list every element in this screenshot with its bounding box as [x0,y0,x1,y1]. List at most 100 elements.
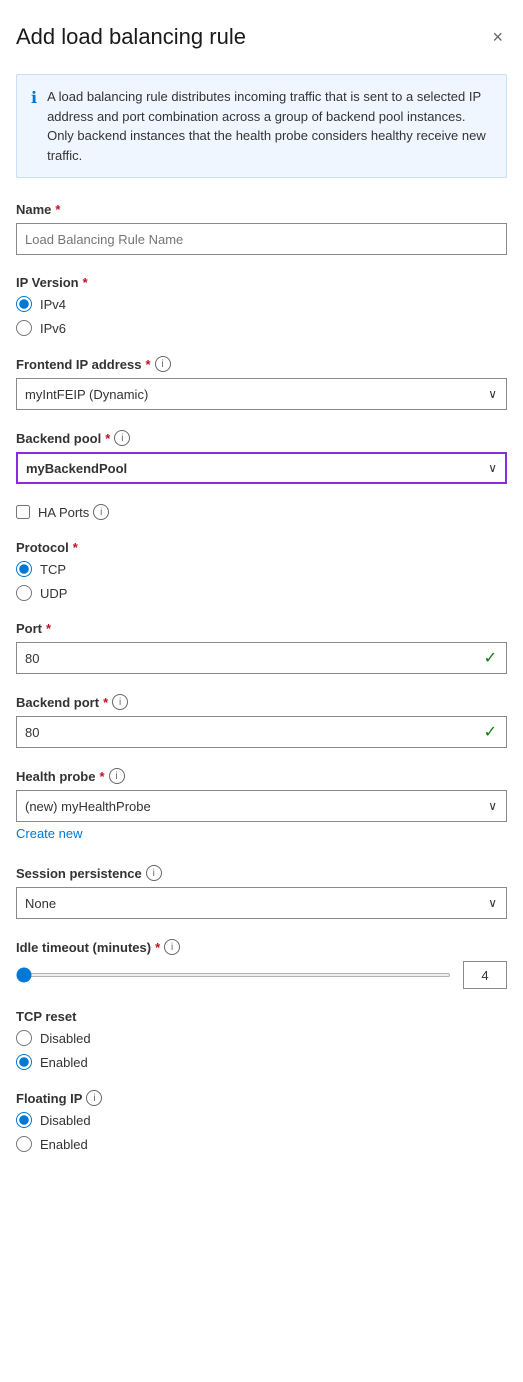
tcp-reset-field-group: TCP reset Disabled Enabled [16,1009,507,1070]
backend-pool-select[interactable]: myBackendPool [16,452,507,484]
session-persistence-label: Session persistence i [16,865,507,881]
backend-port-checkmark-icon: ✓ [484,722,497,742]
floating-ip-info-icon[interactable]: i [86,1090,102,1106]
health-probe-select-wrapper: (new) myHealthProbe ∨ [16,790,507,822]
tcp-reset-disabled-radio[interactable] [16,1030,32,1046]
idle-timeout-value: 4 [481,968,488,983]
tcp-reset-enabled-radio[interactable] [16,1054,32,1070]
health-probe-create-new-button[interactable]: Create new [16,822,82,845]
backend-pool-field-group: Backend pool * i myBackendPool ∨ [16,430,507,484]
port-checkmark-icon: ✓ [484,648,497,668]
port-label: Port * [16,621,507,636]
frontend-ip-field-group: Frontend IP address * i myIntFEIP (Dynam… [16,356,507,410]
backend-pool-select-wrapper: myBackendPool ∨ [16,452,507,484]
backend-port-required-star: * [103,695,108,710]
tcp-reset-enabled-option[interactable]: Enabled [16,1054,507,1070]
protocol-tcp-radio[interactable] [16,561,32,577]
floating-ip-enabled-option[interactable]: Enabled [16,1136,507,1152]
protocol-udp-label: UDP [40,586,67,601]
ip-version-ipv4-option[interactable]: IPv4 [16,296,507,312]
protocol-required-star: * [73,540,78,555]
panel-header: Add load balancing rule × [16,24,507,50]
name-required-star: * [55,202,60,217]
ha-ports-info-icon[interactable]: i [93,504,109,520]
ip-version-ipv6-radio[interactable] [16,320,32,336]
protocol-field-group: Protocol * TCP UDP [16,540,507,601]
port-required-star: * [46,621,51,636]
idle-timeout-slider[interactable] [16,973,451,977]
frontend-ip-required-star: * [145,357,150,372]
floating-ip-radio-group: Disabled Enabled [16,1112,507,1152]
session-persistence-info-icon[interactable]: i [146,865,162,881]
info-box-text: A load balancing rule distributes incomi… [47,87,492,165]
ip-version-ipv6-label: IPv6 [40,321,66,336]
ha-ports-field-group: HA Ports i [16,504,507,520]
frontend-ip-label: Frontend IP address * i [16,356,507,372]
session-persistence-field-group: Session persistence i None ∨ [16,865,507,919]
idle-timeout-label: Idle timeout (minutes) * i [16,939,507,955]
floating-ip-field-group: Floating IP i Disabled Enabled [16,1090,507,1152]
tcp-reset-label: TCP reset [16,1009,507,1024]
idle-timeout-info-icon[interactable]: i [164,939,180,955]
health-probe-label: Health probe * i [16,768,507,784]
name-field-group: Name * [16,202,507,255]
port-field-group: Port * ✓ [16,621,507,674]
backend-port-input[interactable] [16,716,507,748]
tcp-reset-radio-group: Disabled Enabled [16,1030,507,1070]
ha-ports-label: HA Ports i [38,504,109,520]
protocol-udp-radio[interactable] [16,585,32,601]
health-probe-info-icon[interactable]: i [109,768,125,784]
backend-pool-required-star: * [105,431,110,446]
name-label: Name * [16,202,507,217]
session-persistence-select[interactable]: None [16,887,507,919]
port-input-wrapper: ✓ [16,642,507,674]
idle-timeout-required-star: * [155,940,160,955]
health-probe-select[interactable]: (new) myHealthProbe [16,790,507,822]
frontend-ip-select[interactable]: myIntFEIP (Dynamic) [16,378,507,410]
backend-port-info-icon[interactable]: i [112,694,128,710]
name-input[interactable] [16,223,507,255]
protocol-label: Protocol * [16,540,507,555]
idle-timeout-field-group: Idle timeout (minutes) * i 4 [16,939,507,989]
panel-title: Add load balancing rule [16,24,246,50]
backend-port-label: Backend port * i [16,694,507,710]
backend-pool-label: Backend pool * i [16,430,507,446]
protocol-radio-group: TCP UDP [16,561,507,601]
health-probe-required-star: * [99,769,104,784]
protocol-tcp-label: TCP [40,562,66,577]
floating-ip-disabled-label: Disabled [40,1113,91,1128]
info-icon: ℹ [31,88,37,165]
ip-version-ipv4-label: IPv4 [40,297,66,312]
ha-ports-checkbox[interactable] [16,505,30,519]
protocol-udp-option[interactable]: UDP [16,585,507,601]
health-probe-field-group: Health probe * i (new) myHealthProbe ∨ C… [16,768,507,845]
ip-version-ipv4-radio[interactable] [16,296,32,312]
backend-port-field-group: Backend port * i ✓ [16,694,507,748]
protocol-tcp-option[interactable]: TCP [16,561,507,577]
idle-timeout-slider-wrapper: 4 [16,961,507,989]
idle-timeout-value-box: 4 [463,961,507,989]
add-load-balancing-rule-panel: Add load balancing rule × ℹ A load balan… [0,0,523,1382]
floating-ip-enabled-label: Enabled [40,1137,88,1152]
info-box: ℹ A load balancing rule distributes inco… [16,74,507,178]
session-persistence-select-wrapper: None ∨ [16,887,507,919]
tcp-reset-disabled-option[interactable]: Disabled [16,1030,507,1046]
frontend-ip-select-wrapper: myIntFEIP (Dynamic) ∨ [16,378,507,410]
frontend-ip-info-icon[interactable]: i [155,356,171,372]
floating-ip-enabled-radio[interactable] [16,1136,32,1152]
backend-pool-info-icon[interactable]: i [114,430,130,446]
backend-port-input-wrapper: ✓ [16,716,507,748]
ip-version-ipv6-option[interactable]: IPv6 [16,320,507,336]
ip-version-required-star: * [83,275,88,290]
ip-version-field-group: IP Version * IPv4 IPv6 [16,275,507,336]
ha-ports-checkbox-item[interactable]: HA Ports i [16,504,507,520]
port-input[interactable] [16,642,507,674]
tcp-reset-enabled-label: Enabled [40,1055,88,1070]
floating-ip-label: Floating IP i [16,1090,507,1106]
tcp-reset-disabled-label: Disabled [40,1031,91,1046]
floating-ip-disabled-radio[interactable] [16,1112,32,1128]
close-button[interactable]: × [488,24,507,50]
floating-ip-disabled-option[interactable]: Disabled [16,1112,507,1128]
ip-version-label: IP Version * [16,275,507,290]
ip-version-radio-group: IPv4 IPv6 [16,296,507,336]
